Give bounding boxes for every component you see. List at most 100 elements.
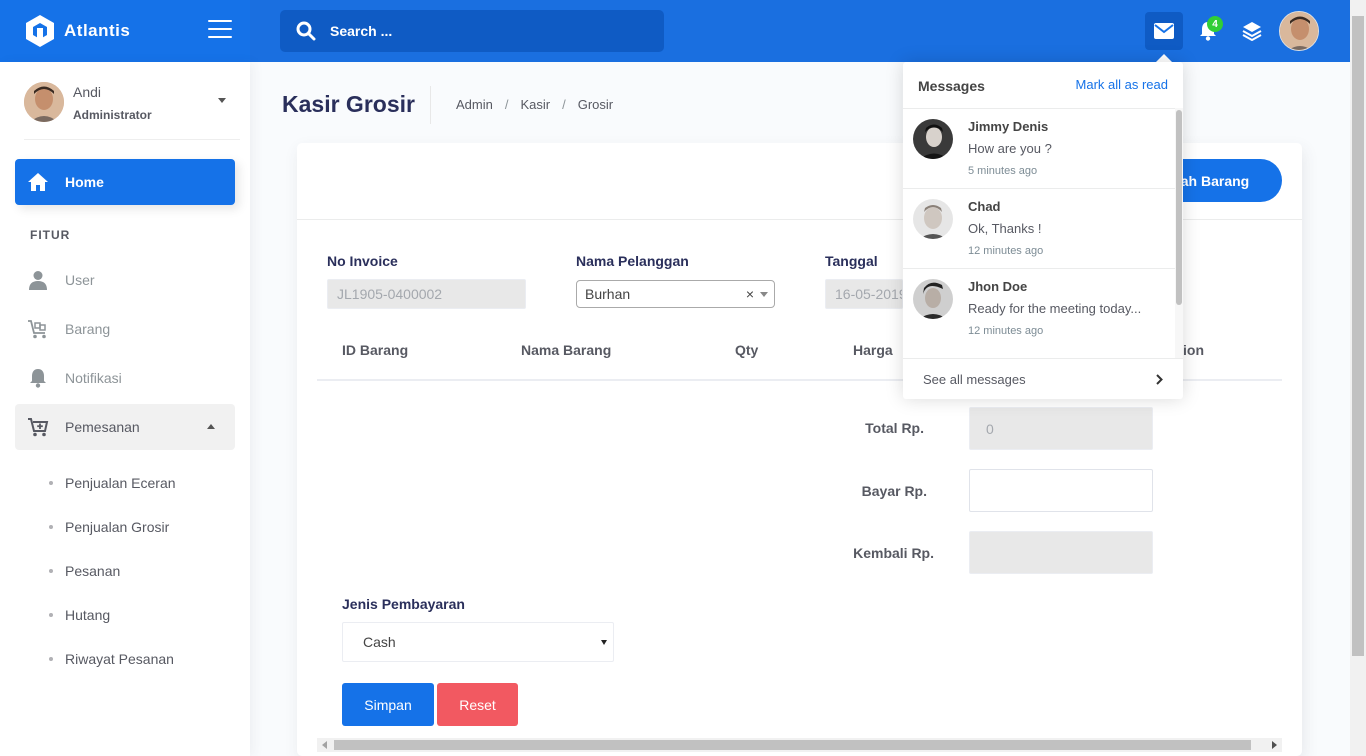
invoice-label: No Invoice: [327, 253, 398, 269]
message-preview: How are you ?: [968, 141, 1052, 156]
chevron-up-icon: [207, 424, 215, 429]
see-all-label: See all messages: [923, 371, 1026, 387]
scroll-right-icon[interactable]: [1272, 741, 1277, 749]
customer-select[interactable]: Burhan ×: [576, 280, 775, 308]
sidebar-subitem-penjualan-grosir[interactable]: Penjualan Grosir: [49, 519, 169, 535]
dropdown-arrow: [1156, 54, 1172, 62]
chevron-down-icon: [601, 640, 607, 645]
sender-avatar: [913, 279, 953, 319]
breadcrumb: Admin / Kasir / Grosir: [456, 97, 613, 112]
horizontal-scrollbar-thumb[interactable]: [334, 740, 1251, 750]
title-divider: [430, 86, 431, 124]
notifications-button[interactable]: 4: [1189, 12, 1227, 50]
messages-list: Jimmy Denis How are you ? 5 minutes ago …: [903, 108, 1175, 348]
bullet-icon: [49, 613, 53, 617]
user-icon: [27, 269, 49, 291]
breadcrumb-admin[interactable]: Admin: [456, 97, 493, 112]
sender-name: Jhon Doe: [968, 279, 1028, 294]
top-navbar: 4: [250, 0, 1350, 62]
breadcrumb-separator: /: [562, 97, 566, 112]
search-input[interactable]: [330, 23, 630, 39]
payment-type-value: Cash: [363, 634, 396, 650]
chevron-right-icon: [1156, 374, 1163, 385]
messages-dropdown: Messages Mark all as read Jimmy Denis Ho…: [903, 62, 1183, 399]
scroll-left-icon[interactable]: [322, 741, 327, 749]
message-item[interactable]: Chad Ok, Thanks ! 12 minutes ago: [903, 189, 1175, 269]
menu-toggle-icon[interactable]: [208, 20, 232, 40]
horizontal-scrollbar[interactable]: [317, 738, 1282, 752]
search-icon[interactable]: [296, 21, 316, 41]
atlantis-logo-icon[interactable]: [24, 13, 56, 49]
cart-plus-icon: [27, 416, 49, 438]
sidebar-item-barang[interactable]: Barang: [15, 306, 235, 352]
sidebar-subitem-penjualan-eceran[interactable]: Penjualan Eceran: [49, 475, 176, 491]
sidebar-item-user[interactable]: User: [15, 257, 235, 303]
sidebar-item-label: Notifikasi: [65, 370, 122, 386]
total-field[interactable]: 0: [969, 407, 1153, 450]
breadcrumb-separator: /: [504, 97, 509, 112]
sidebar-item-pemesanan[interactable]: Pemesanan: [15, 404, 235, 450]
sidebar-section-title: FITUR: [30, 228, 71, 242]
col-action: ion: [1183, 342, 1204, 358]
payment-type-label: Jenis Pembayaran: [342, 596, 465, 612]
messages-title: Messages: [918, 78, 985, 94]
chevron-down-icon[interactable]: [218, 98, 226, 103]
layers-button[interactable]: [1233, 12, 1271, 50]
home-icon: [27, 171, 49, 193]
kembali-field[interactable]: [969, 531, 1153, 574]
reset-button[interactable]: Reset: [437, 683, 518, 726]
profile-avatar[interactable]: [1279, 11, 1319, 51]
total-label: Total Rp.: [865, 420, 924, 436]
sidebar-item-home[interactable]: Home: [15, 159, 235, 205]
sidebar-subitem-label: Penjualan Grosir: [65, 519, 170, 535]
page-scrollbar-thumb[interactable]: [1352, 16, 1364, 656]
bayar-input[interactable]: [969, 469, 1153, 512]
date-label: Tanggal: [825, 253, 878, 269]
col-id-barang: ID Barang: [342, 342, 409, 358]
see-all-messages-link[interactable]: See all messages: [903, 358, 1183, 399]
layers-icon: [1242, 22, 1262, 41]
sidebar-item-label: Home: [65, 174, 104, 190]
bullet-icon: [49, 657, 53, 661]
date-field[interactable]: 16-05-2019: [825, 279, 903, 309]
mark-all-read-link[interactable]: Mark all as read: [1076, 77, 1168, 92]
message-item[interactable]: Jimmy Denis How are you ? 5 minutes ago: [903, 109, 1175, 189]
sidebar-subitem-hutang[interactable]: Hutang: [49, 607, 110, 623]
bayar-label: Bayar Rp.: [861, 483, 927, 499]
col-qty: Qty: [735, 342, 759, 358]
sidebar-subitem-label: Hutang: [65, 607, 111, 623]
user-role: Administrator: [73, 108, 152, 122]
sender-name: Jimmy Denis: [968, 119, 1049, 134]
brand-name[interactable]: Atlantis: [64, 21, 130, 41]
page-title: Kasir Grosir: [282, 91, 415, 117]
message-item[interactable]: Jhon Doe Ready for the meeting today... …: [903, 269, 1175, 348]
sidebar-user-box[interactable]: Andi Administrator: [24, 80, 240, 140]
invoice-field[interactable]: JL1905-0400002: [327, 279, 526, 309]
sidebar-subitem-riwayat-pesanan[interactable]: Riwayat Pesanan: [49, 651, 174, 667]
bullet-icon: [49, 525, 53, 529]
kembali-label: Kembali Rp.: [853, 545, 934, 561]
page-scrollbar[interactable]: [1350, 0, 1366, 756]
payment-type-select[interactable]: Cash: [342, 622, 614, 662]
sidebar-item-notifikasi[interactable]: Notifikasi: [15, 355, 235, 401]
sidebar-subitem-pesanan[interactable]: Pesanan: [49, 563, 120, 579]
clear-selection-icon[interactable]: ×: [746, 286, 754, 302]
col-harga: Harga: [853, 342, 893, 358]
bullet-icon: [49, 481, 53, 485]
breadcrumb-grosir[interactable]: Grosir: [578, 97, 613, 112]
envelope-icon: [1154, 23, 1174, 39]
user-name: Andi: [73, 84, 102, 100]
message-preview: Ok, Thanks !: [968, 221, 1042, 236]
messages-button[interactable]: [1145, 12, 1183, 50]
messages-scrollbar-thumb[interactable]: [1176, 110, 1182, 305]
message-time: 12 minutes ago: [968, 245, 1044, 257]
search-box: [280, 10, 664, 52]
save-button[interactable]: Simpan: [342, 683, 434, 726]
message-time: 5 minutes ago: [968, 165, 1038, 177]
sidebar-subitem-label: Pesanan: [65, 563, 121, 579]
bell-icon: [27, 367, 49, 389]
sidebar-item-label: Pemesanan: [65, 419, 140, 435]
breadcrumb-kasir[interactable]: Kasir: [520, 97, 550, 112]
sidebar-item-label: User: [65, 272, 95, 288]
messages-scrollbar[interactable]: [1175, 108, 1183, 358]
